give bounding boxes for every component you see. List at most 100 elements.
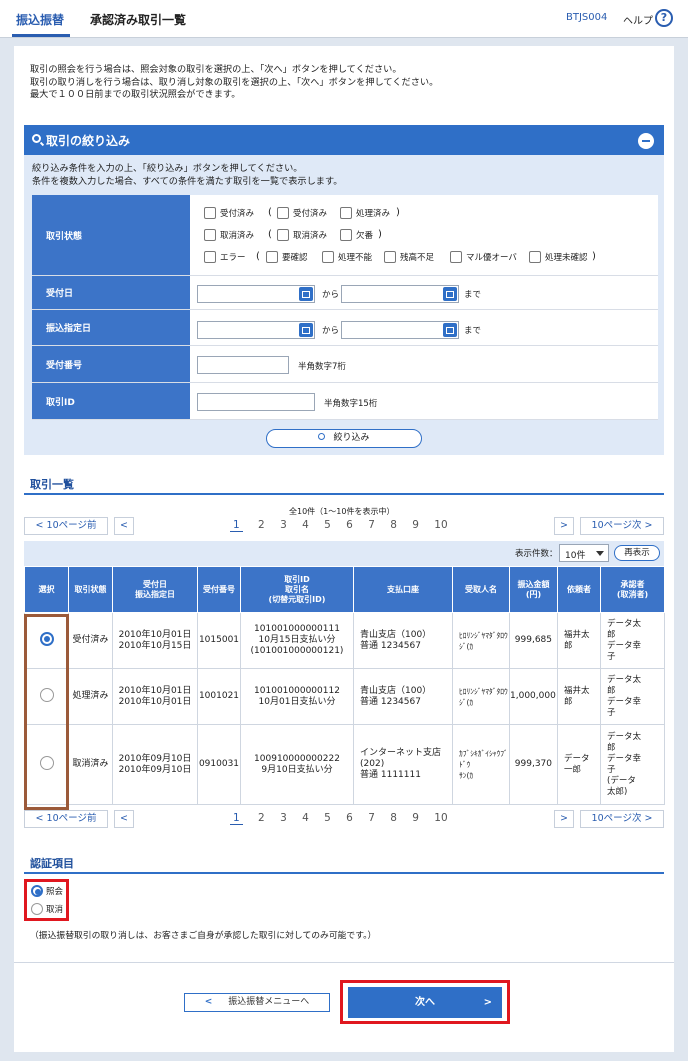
table-row[interactable]: 取消済み 2010年09月10日 2010年09月10日 0910031 100… (24, 724, 665, 805)
receipt-date-from-input[interactable] (197, 285, 315, 303)
checkbox[interactable] (384, 251, 396, 263)
payee-cell: ﾋﾛﾘﾝｼﾞﾔﾏﾀﾞﾀﾛｳ ｼﾞ(ｶ (452, 668, 510, 725)
status-cell: 取消済み (68, 724, 113, 805)
radio[interactable] (31, 903, 43, 915)
next-page-button[interactable]: > (554, 517, 574, 535)
checkbox[interactable] (277, 207, 289, 219)
checkbox[interactable] (277, 229, 289, 241)
prev-page-button-bottom[interactable]: < (114, 810, 134, 828)
txn-id-input[interactable] (197, 393, 315, 411)
page-number[interactable]: 7 (368, 519, 375, 531)
checkbox-status-check[interactable]: 要確認 (266, 251, 308, 263)
checkbox-status-insufficient[interactable]: 残高不足 (384, 251, 434, 263)
checkbox[interactable] (340, 207, 352, 219)
paren: ) (592, 251, 596, 262)
checkbox[interactable] (450, 251, 462, 263)
page-number[interactable]: 8 (390, 519, 397, 531)
receipt-no-input[interactable] (197, 356, 289, 374)
prev-10-pages-button-bottom[interactable]: < 10ページ前 (24, 810, 108, 828)
page-numbers-bottom: 1 2 3 4 5 6 7 8 9 10 (230, 812, 448, 825)
checkbox-status-received-sub[interactable]: 受付済み (277, 207, 327, 219)
checkbox-status-maruyu[interactable]: マル優オーバ (450, 251, 517, 263)
table-row[interactable]: 処理済み 2010年10月01日 2010年10月01日 1001021 101… (24, 668, 665, 725)
table-row[interactable]: 受付済み 2010年10月01日 2010年10月15日 1015001 101… (24, 612, 665, 669)
collapse-icon[interactable] (638, 133, 654, 149)
calendar-icon[interactable] (299, 323, 313, 337)
page-number[interactable]: 9 (412, 519, 419, 531)
checkbox[interactable] (340, 229, 352, 241)
page-number[interactable]: 7 (368, 812, 375, 824)
page-number[interactable]: 6 (346, 812, 353, 824)
page-number[interactable]: 8 (390, 812, 397, 824)
checkbox[interactable] (204, 207, 216, 219)
page-number[interactable]: 5 (324, 812, 331, 824)
chevron-down-icon (596, 551, 604, 556)
col-header-label: 受付日 振込指定日 (135, 579, 175, 599)
prev-10-pages-button[interactable]: < 10ページ前 (24, 517, 108, 535)
option-label: 照会 (46, 887, 64, 897)
checkbox-status-received[interactable]: 受付済み (204, 207, 254, 219)
calendar-icon[interactable] (443, 287, 457, 301)
next-page-button-bottom[interactable]: > (554, 810, 574, 828)
receipt-date-to-input[interactable] (341, 285, 459, 303)
page-number[interactable]: 2 (258, 812, 265, 824)
category-title[interactable]: 振込振替 (16, 11, 64, 28)
per-page-select[interactable]: 10件 (559, 544, 609, 562)
page-number[interactable]: 6 (346, 519, 353, 531)
checkbox[interactable] (529, 251, 541, 263)
checkbox[interactable] (322, 251, 334, 263)
page-number-current[interactable]: 1 (230, 812, 243, 825)
checkbox-label: 欠番 (356, 231, 374, 241)
auth-note: （振込振替取引の取り消しは、お客さまご自身が承認した取引に対してのみ可能です。） (30, 931, 377, 941)
paren: ( (268, 207, 272, 218)
next-10-pages-button[interactable]: 10ページ次 > (580, 517, 664, 535)
page-number-current[interactable]: 1 (230, 519, 243, 532)
page-number[interactable]: 4 (302, 812, 309, 824)
transfer-date-to-input[interactable] (341, 321, 459, 339)
prev-page-button[interactable]: < (114, 517, 134, 535)
txn-id-label: 取引ID (32, 383, 190, 419)
back-to-menu-button[interactable]: < 振込振替メニューへ (184, 993, 330, 1012)
paren: ( (268, 229, 272, 240)
page-number[interactable]: 3 (280, 812, 287, 824)
auth-option-inquiry[interactable]: 照会 (31, 885, 63, 897)
checkbox[interactable] (266, 251, 278, 263)
checkbox[interactable] (204, 229, 216, 241)
checkbox-status-unprocessable[interactable]: 処理不能 (322, 251, 372, 263)
transfer-date-from-input[interactable] (197, 321, 315, 339)
checkbox-status-unconfirmed[interactable]: 処理未確認 (529, 251, 588, 263)
checkbox[interactable] (204, 251, 216, 263)
amount-cell: 1,000,000 (509, 668, 558, 725)
help-link[interactable]: ヘルプ (623, 12, 653, 27)
calendar-icon[interactable] (443, 323, 457, 337)
filter-button[interactable]: 絞り込み (266, 429, 422, 448)
checkbox-status-cancelled[interactable]: 取消済み (204, 229, 254, 241)
page-number[interactable]: 9 (412, 812, 419, 824)
filter-header[interactable]: 取引の絞り込み (24, 125, 664, 155)
calendar-icon[interactable] (299, 287, 313, 301)
auth-option-cancel[interactable]: 取消 (31, 903, 63, 915)
redisplay-button[interactable]: 再表示 (614, 545, 660, 561)
transfer-date-label: 振込指定日 (32, 310, 190, 345)
approver-cell: データ太 郎 データ幸 子 (600, 668, 665, 725)
radio-selected[interactable] (31, 885, 43, 897)
paren: ( (256, 251, 260, 262)
col-header-label: 受取人名 (465, 584, 497, 594)
search-icon (318, 433, 326, 440)
checkbox-status-error[interactable]: エラー (204, 251, 246, 263)
page-number[interactable]: 2 (258, 519, 265, 531)
per-page-label: 表示件数： (515, 549, 558, 559)
from-label: から (322, 326, 340, 336)
page-number[interactable]: 3 (280, 519, 287, 531)
checkbox-status-processed[interactable]: 処理済み (340, 207, 390, 219)
checkbox-status-missing[interactable]: 欠番 (340, 229, 373, 241)
txn-cell: 101001000000111 10月15日支払い分 (101001000000… (240, 612, 354, 669)
checkbox-status-cancelled-sub[interactable]: 取消済み (277, 229, 327, 241)
help-icon[interactable]: ? (655, 9, 673, 27)
page-number[interactable]: 4 (302, 519, 309, 531)
page-number[interactable]: 5 (324, 519, 331, 531)
page-number[interactable]: 10 (434, 519, 447, 531)
page-number[interactable]: 10 (434, 812, 447, 824)
next-10-pages-button-bottom[interactable]: 10ページ次 > (580, 810, 664, 828)
next-button[interactable]: 次へ > (348, 987, 502, 1018)
